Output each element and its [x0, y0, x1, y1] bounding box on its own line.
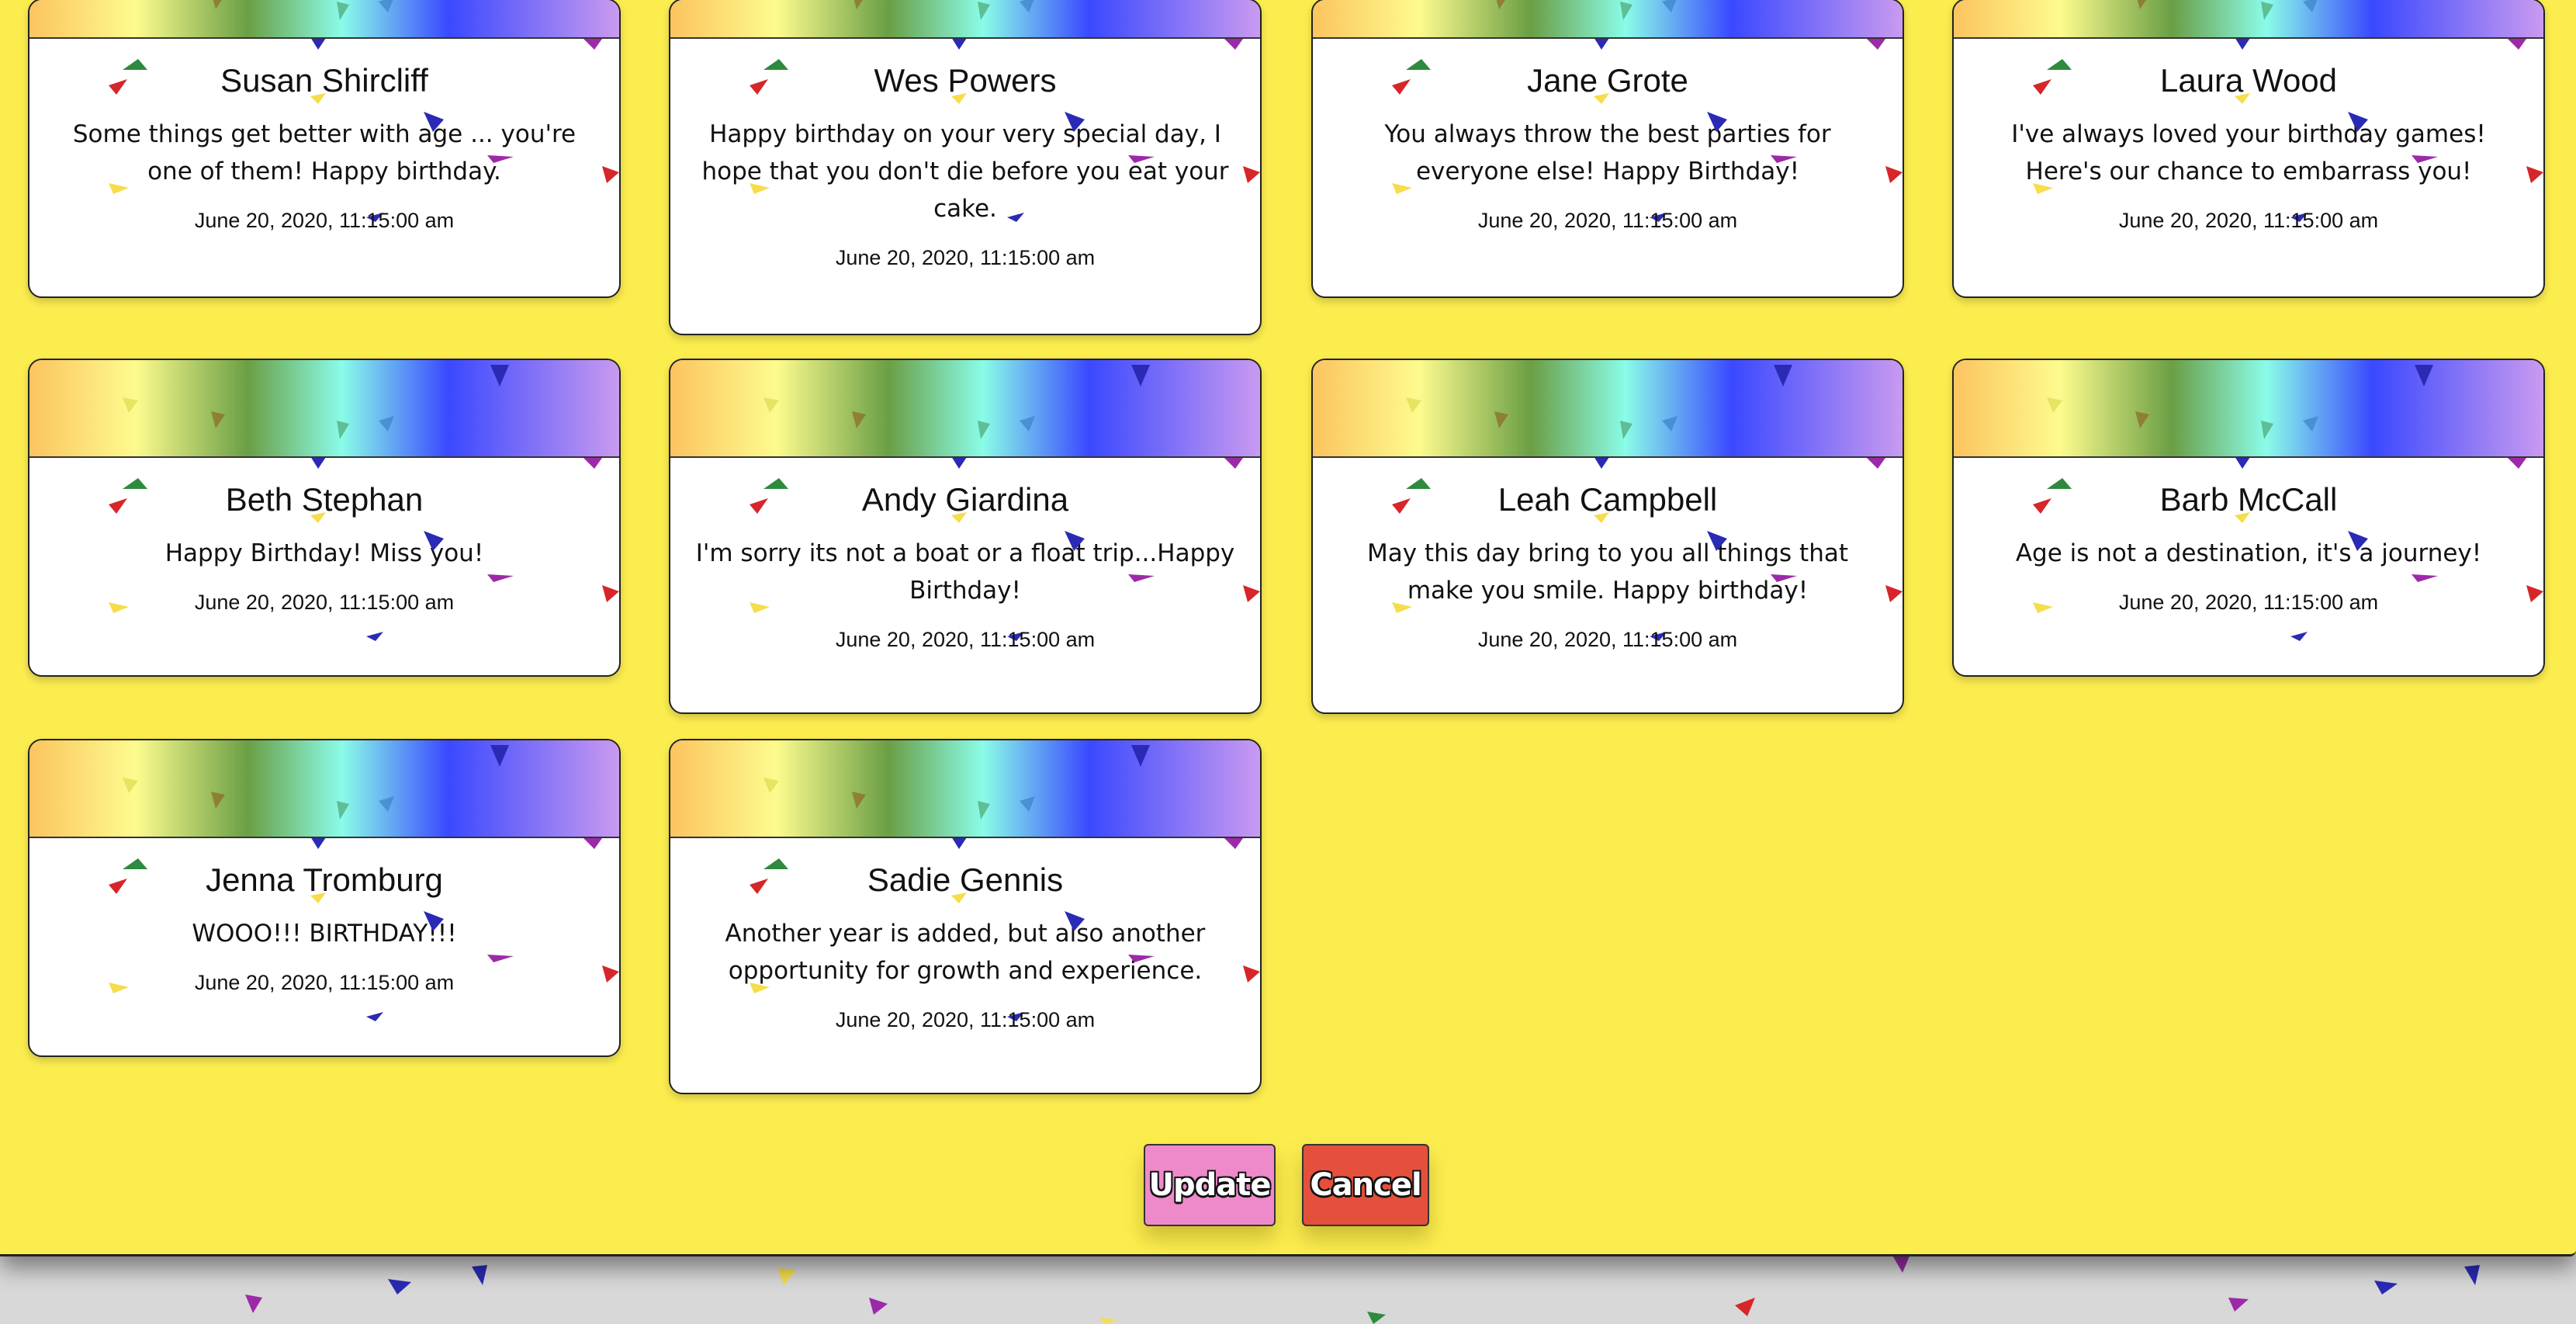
birthday-card[interactable]: Jane Grote You always throw the best par… — [1311, 0, 1904, 298]
card-author-name: Jenna Tromburg — [206, 861, 443, 898]
card-date: June 20, 2020, 11:15:00 am — [194, 971, 455, 994]
card-author-name: Wes Powers — [874, 62, 1057, 99]
card-author-name: Barb McCall — [2159, 481, 2338, 518]
card-message: You always throw the best parties for ev… — [1384, 120, 1831, 185]
rainbow-banner — [29, 0, 619, 39]
card-message: Some things get better with age ... you'… — [72, 120, 576, 185]
rainbow-banner — [29, 360, 619, 458]
card-date: June 20, 2020, 11:15:00 am — [2118, 209, 2379, 232]
cancel-button[interactable]: Cancel — [1302, 1144, 1429, 1226]
birthday-card[interactable]: Sadie Gennis Another year is added, but … — [669, 739, 1262, 1094]
card-message: I've always loved your birthday games! H… — [2011, 120, 2486, 185]
card-message: Age is not a destination, it's a journey… — [2015, 539, 2482, 567]
birthday-card[interactable]: Barb McCall Age is not a destination, it… — [1952, 359, 2545, 677]
card-date: June 20, 2020, 11:15:00 am — [1477, 209, 1738, 232]
rainbow-banner — [29, 740, 619, 838]
card-date: June 20, 2020, 11:15:00 am — [835, 628, 1096, 651]
card-author-name: Susan Shircliff — [220, 62, 428, 99]
card-message: Another year is added, but also another … — [725, 920, 1206, 985]
card-date: June 20, 2020, 11:15:00 am — [835, 1008, 1096, 1031]
update-button[interactable]: Update — [1144, 1144, 1276, 1226]
birthday-card[interactable]: Laura Wood I've always loved your birthd… — [1952, 0, 2545, 298]
card-date: June 20, 2020, 11:15:00 am — [835, 246, 1096, 269]
card-date: June 20, 2020, 11:15:00 am — [194, 209, 455, 232]
rainbow-banner — [1954, 0, 2543, 39]
birthday-card[interactable]: Leah Campbell May this day bring to you … — [1311, 359, 1904, 714]
card-message: I'm sorry its not a boat or a float trip… — [695, 539, 1235, 605]
card-date: June 20, 2020, 11:15:00 am — [194, 591, 455, 614]
rainbow-banner — [670, 0, 1260, 39]
birthday-card[interactable]: Susan Shircliff Some things get better w… — [28, 0, 621, 298]
birthday-card[interactable]: Andy Giardina I'm sorry its not a boat o… — [669, 359, 1262, 714]
rainbow-banner — [1313, 0, 1903, 39]
card-message: Happy birthday on your very special day,… — [701, 120, 1229, 223]
card-author-name: Jane Grote — [1527, 62, 1688, 99]
card-author-name: Andy Giardina — [861, 481, 1069, 518]
card-author-name: Leah Campbell — [1497, 481, 1718, 518]
card-date: June 20, 2020, 11:15:00 am — [2118, 591, 2379, 614]
rainbow-banner — [670, 360, 1260, 458]
card-message: Happy Birthday! Miss you! — [164, 539, 484, 567]
birthday-card[interactable]: Beth Stephan Happy Birthday! Miss you! J… — [28, 359, 621, 677]
card-message: May this day bring to you all things tha… — [1366, 539, 1848, 605]
birthday-card[interactable]: Wes Powers Happy birthday on your very s… — [669, 0, 1262, 335]
card-author-name: Sadie Gennis — [867, 861, 1064, 898]
birthday-card[interactable]: Jenna Tromburg WOOO!!! BIRTHDAY!!! June … — [28, 739, 621, 1057]
birthday-board: Susan Shircliff Some things get better w… — [0, 0, 2576, 1256]
rainbow-banner — [1313, 360, 1903, 458]
rainbow-banner — [670, 740, 1260, 838]
card-message: WOOO!!! BIRTHDAY!!! — [192, 920, 457, 948]
rainbow-banner — [1954, 360, 2543, 458]
card-date: June 20, 2020, 11:15:00 am — [1477, 628, 1738, 651]
card-author-name: Laura Wood — [2159, 62, 2338, 99]
card-author-name: Beth Stephan — [225, 481, 424, 518]
